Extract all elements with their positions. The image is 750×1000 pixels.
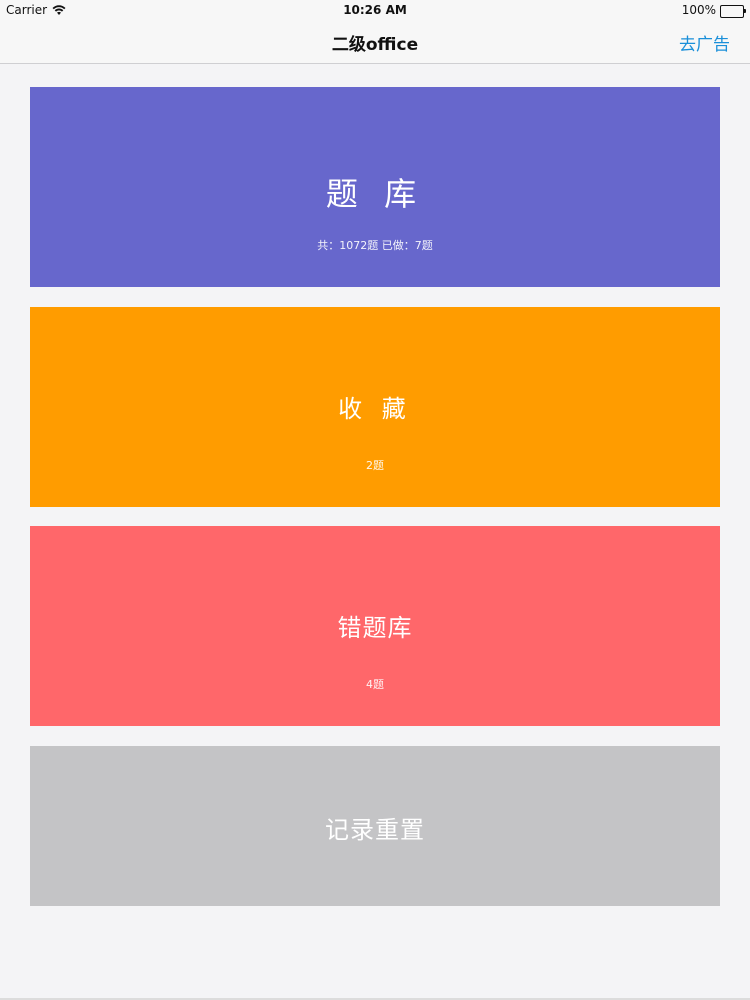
- status-bar: Carrier 10:26 AM 100%: [0, 0, 750, 22]
- favorites-count: 2题: [366, 459, 384, 472]
- reset-records-card[interactable]: 记录重置: [30, 746, 720, 906]
- battery-icon: [720, 4, 746, 18]
- page-title: 二级office: [331, 35, 419, 55]
- wrong-questions-count: 4题: [366, 678, 384, 691]
- remove-ads-button[interactable]: 去广告: [679, 30, 730, 55]
- reset-records-title: 记录重置: [325, 816, 425, 844]
- battery-percent: 100%: [681, 3, 716, 17]
- status-right: 100%: [681, 3, 746, 18]
- favorites-title: 收 藏: [338, 395, 412, 423]
- wrong-questions-card[interactable]: 错题库 4题: [30, 526, 720, 726]
- question-bank-title: 题 库: [325, 175, 425, 213]
- favorites-card[interactable]: 收 藏 2题: [30, 307, 720, 507]
- status-time: 10:26 AM: [343, 3, 407, 17]
- question-bank-card[interactable]: 题 库 共：1072题 已做：7题: [30, 87, 720, 287]
- wrong-questions-title: 错题库: [337, 614, 413, 642]
- navigation-bar: 二级office 去广告: [0, 22, 750, 64]
- question-bank-stats: 共：1072题 已做：7题: [317, 239, 433, 252]
